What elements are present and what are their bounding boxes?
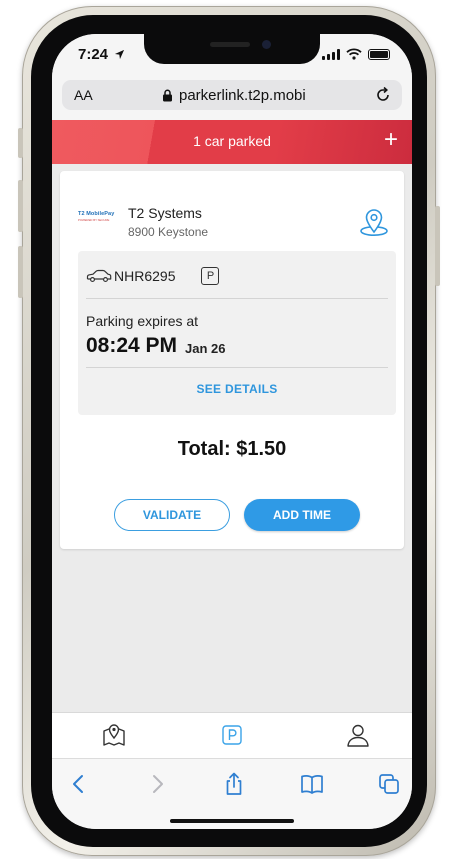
- app-bottom-nav: [52, 712, 412, 759]
- status-icons: [322, 48, 390, 60]
- parking-icon[interactable]: [218, 721, 246, 749]
- lock-icon: [163, 89, 172, 102]
- divider: [86, 298, 388, 299]
- validate-button[interactable]: VALIDATE: [114, 499, 230, 531]
- text-size-button[interactable]: AA: [74, 87, 93, 103]
- total-amount: Total: $1.50: [177, 438, 287, 460]
- expires-label: Parking expires at: [86, 313, 199, 329]
- session-details-panel: NHR6295 P Parking expires at 08:24 PM Ja…: [78, 251, 396, 415]
- share-icon[interactable]: [221, 771, 247, 797]
- volume-down-button: [18, 246, 23, 298]
- status-time-text: 7:24: [78, 46, 109, 63]
- home-indicator: [170, 819, 294, 823]
- car-icon: [86, 269, 112, 283]
- parked-count-text: 1 car parked: [193, 133, 271, 149]
- forward-icon[interactable]: [144, 771, 170, 797]
- signal-icon: [322, 48, 340, 60]
- add-time-button[interactable]: ADD TIME: [244, 499, 360, 531]
- location-arrow-icon: [115, 49, 125, 60]
- user-icon[interactable]: [344, 721, 372, 749]
- expires-time: 08:24 PM: [86, 334, 178, 357]
- add-car-button[interactable]: +: [384, 126, 398, 154]
- logo-subtext: POWERED BY SECURE: [78, 218, 110, 222]
- parking-permit-badge: P: [201, 267, 220, 285]
- phone-screen: 7:24 AA parkerlink.t2p.mobi 1 car parked…: [52, 34, 412, 829]
- browser-url-area: AA parkerlink.t2p.mobi: [52, 78, 412, 120]
- speaker: [210, 42, 250, 47]
- silent-switch: [18, 128, 23, 158]
- vehicle-row: NHR6295 P: [86, 267, 220, 285]
- bookmarks-icon[interactable]: [299, 771, 325, 797]
- license-plate: NHR6295: [114, 268, 176, 284]
- parking-session-card: T2 MobilePay POWERED BY SECURE T2 System…: [60, 171, 404, 549]
- expires-date: Jan 26: [185, 341, 226, 356]
- parked-banner: 1 car parked +: [52, 120, 412, 164]
- url-bar[interactable]: AA parkerlink.t2p.mobi: [62, 80, 402, 110]
- logo-text: T2 MobilePay: [78, 211, 115, 217]
- url-text: parkerlink.t2p.mobi: [179, 87, 306, 104]
- location-address: 8900 Keystone: [128, 225, 209, 239]
- back-icon[interactable]: [66, 771, 92, 797]
- front-camera: [262, 40, 271, 49]
- tabs-icon[interactable]: [376, 771, 402, 797]
- t2-mobilepay-logo: T2 MobilePay POWERED BY SECURE: [78, 211, 122, 225]
- battery-icon: [368, 48, 390, 60]
- notch: [144, 34, 320, 64]
- see-details-link[interactable]: SEE DETAILS: [78, 382, 396, 396]
- wifi-icon: [346, 48, 362, 60]
- company-name: T2 Systems: [128, 205, 202, 221]
- status-time: 7:24: [78, 46, 125, 63]
- reload-icon[interactable]: [374, 86, 392, 104]
- divider: [86, 367, 388, 368]
- url-display[interactable]: parkerlink.t2p.mobi: [162, 87, 306, 104]
- volume-up-button: [18, 180, 23, 232]
- map-location-icon[interactable]: [358, 207, 390, 237]
- map-pin-icon[interactable]: [100, 721, 128, 749]
- power-button: [435, 206, 440, 286]
